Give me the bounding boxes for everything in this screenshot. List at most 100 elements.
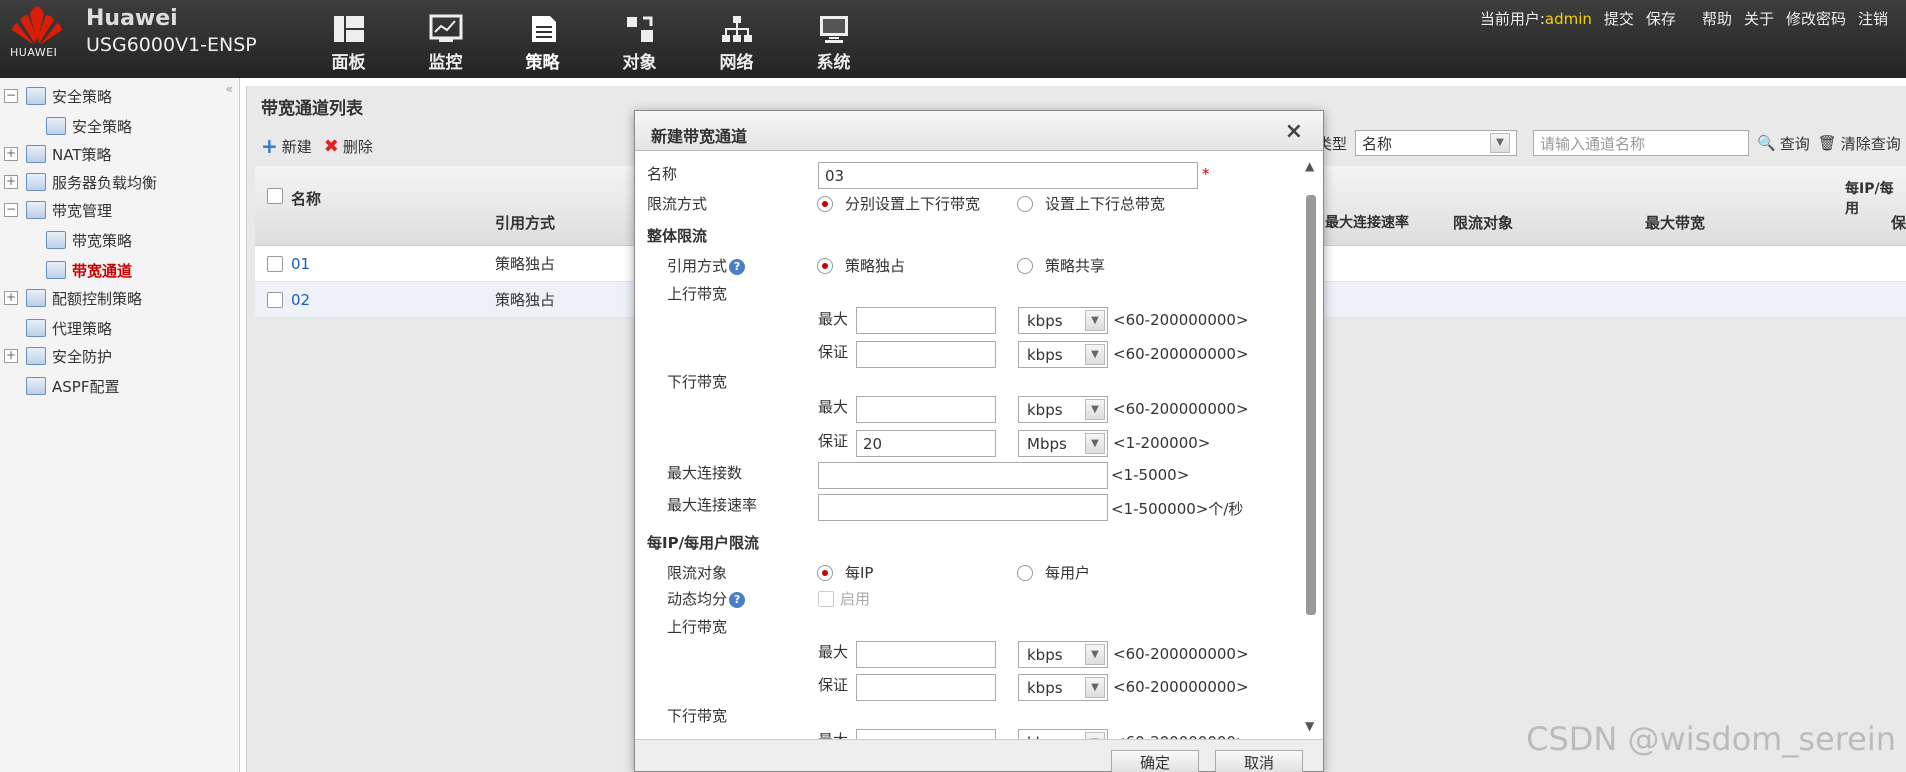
collapse-sidebar-icon[interactable]: « [226, 82, 233, 96]
row-name-link[interactable]: 02 [291, 291, 310, 309]
close-icon[interactable]: × [1285, 119, 1303, 144]
sidebar-item-quota-policy[interactable]: + 配额控制策略 [4, 286, 142, 310]
up-max-input[interactable] [856, 307, 996, 334]
save-link[interactable]: 保存 [1646, 8, 1676, 29]
filter-search-input[interactable]: 请输入通道名称 [1533, 130, 1750, 156]
sidebar-item-aspf[interactable]: ASPF配置 [26, 374, 119, 398]
expand-icon[interactable]: + [4, 291, 18, 305]
sidebar-item-slb[interactable]: + 服务器负载均衡 [4, 170, 157, 194]
sidebar-item-security-policy[interactable]: − 安全策略 [4, 84, 112, 108]
expand-icon[interactable]: + [4, 175, 18, 189]
max-label: 最大 [818, 398, 849, 416]
nav-object[interactable]: 对象 [591, 10, 688, 73]
enable-checkbox[interactable]: 启用 [818, 588, 870, 609]
col-max-conn-rate[interactable]: 最大连接速率 [1325, 212, 1409, 232]
max-label: 最大 [818, 310, 849, 328]
max-conn-rate-label: 最大连接速率 [667, 496, 758, 514]
row-checkbox[interactable] [267, 291, 283, 308]
sidebar-item-proxy-policy[interactable]: 代理策略 [26, 316, 112, 340]
about-link[interactable]: 关于 [1744, 8, 1774, 29]
cancel-button[interactable]: 取消 [1215, 750, 1303, 772]
delete-button[interactable]: ✖ 删除 [324, 134, 373, 158]
clear-query-button[interactable]: 🗑 清除查询 [1818, 133, 1901, 154]
sidebar-item-security-policy-sub[interactable]: 安全策略 [46, 114, 132, 138]
sidebar-item-bandwidth-channel[interactable]: 带宽通道 [46, 258, 132, 282]
row-checkbox[interactable] [267, 255, 283, 272]
down-max-range: <60-200000000> [1113, 400, 1249, 418]
dynamic-share-label: 动态均分? [667, 588, 746, 609]
max-conn-input[interactable] [818, 462, 1108, 489]
limit-mode-separate-radio[interactable]: 分别设置上下行带宽 [817, 193, 980, 214]
guarantee-label: 保证 [818, 432, 849, 450]
up-max-unit-select[interactable]: kbps ▼ [1018, 307, 1108, 334]
required-mark: * [1202, 165, 1210, 183]
collapse-icon[interactable]: − [4, 89, 18, 103]
logout-link[interactable]: 注销 [1858, 8, 1888, 29]
new-channel-dialog: 新建带宽通道 × 名称 03 * 限流方式 分别设置上下行带宽 设置上下行总带宽… [634, 110, 1324, 772]
filter-placeholder: 请输入通道名称 [1540, 134, 1646, 153]
expand-icon[interactable]: + [4, 349, 18, 363]
dashboard-icon [333, 16, 364, 42]
per-upstream-label: 上行带宽 [667, 618, 728, 636]
ref-mode-exclusive-radio[interactable]: 策略独占 [817, 255, 905, 276]
collapse-icon[interactable]: − [4, 203, 18, 217]
sidebar-item-label: 安全策略 [72, 117, 133, 136]
per-up-max-input[interactable] [856, 641, 996, 668]
submit-link[interactable]: 提交 [1604, 8, 1634, 29]
down-max-input[interactable] [856, 396, 996, 423]
col-ref-mode[interactable]: 引用方式 [495, 212, 555, 233]
ok-button[interactable]: 确定 [1111, 750, 1199, 772]
col-name[interactable]: 名称 [291, 188, 321, 209]
expand-icon[interactable]: + [4, 147, 18, 161]
down-guarantee-input[interactable]: 20 [856, 430, 996, 457]
sidebar-item-nat-policy[interactable]: + NAT策略 [4, 142, 111, 166]
col-guarantee[interactable]: 保 [1891, 212, 1906, 233]
nav-monitor[interactable]: 监控 [397, 10, 494, 73]
down-guarantee-unit-select[interactable]: Mbps ▼ [1018, 430, 1108, 457]
per-up-guarantee-input[interactable] [856, 674, 996, 701]
up-guarantee-input[interactable] [856, 341, 996, 368]
max-conn-rate-input[interactable] [818, 494, 1108, 521]
filter-type-select[interactable]: 名称 ▼ [1355, 130, 1518, 156]
col-max-bandwidth[interactable]: 最大带宽 [1645, 212, 1705, 233]
nav-system[interactable]: 系统 [785, 10, 882, 73]
limit-mode-total-radio[interactable]: 设置上下行总带宽 [1017, 193, 1165, 214]
dialog-scrollbar[interactable]: ▲ ▼ [1305, 155, 1317, 739]
help-icon[interactable]: ? [729, 258, 746, 275]
chevron-down-icon: ▼ [1490, 133, 1511, 153]
limit-object-per-ip-radio[interactable]: 每IP [817, 562, 873, 583]
per-up-max-unit-select[interactable]: kbps ▼ [1018, 641, 1108, 668]
top-bar: HUAWEI Huawei USG6000V1-ENSP 面板 监控 策略 对象… [0, 0, 1906, 78]
nav-policy[interactable]: 策略 [494, 10, 591, 73]
brand-name: Huawei [86, 6, 178, 31]
per-up-guarantee-unit-select[interactable]: kbps ▼ [1018, 674, 1108, 701]
up-guarantee-unit-select[interactable]: kbps ▼ [1018, 341, 1108, 368]
scroll-down-icon[interactable]: ▼ [1305, 719, 1314, 733]
delete-icon: ✖ [323, 135, 339, 157]
scroll-up-icon[interactable]: ▲ [1305, 159, 1314, 173]
ref-mode-shared-radio[interactable]: 策略共享 [1017, 255, 1105, 276]
sidebar-item-bandwidth[interactable]: − 带宽管理 [4, 198, 112, 222]
nav-dashboard[interactable]: 面板 [300, 10, 397, 73]
select-all-checkbox[interactable] [267, 188, 283, 204]
down-max-unit-select[interactable]: kbps ▼ [1018, 396, 1108, 423]
device-model: USG6000V1-ENSP [86, 34, 257, 56]
ref-mode-label: 引用方式? [667, 255, 746, 276]
help-icon[interactable]: ? [729, 591, 746, 608]
scroll-thumb[interactable] [1306, 195, 1316, 615]
sidebar-item-security-protection[interactable]: + 安全防护 [4, 344, 112, 368]
name-input[interactable]: 03 [818, 162, 1198, 189]
new-button[interactable]: + 新建 [261, 134, 312, 158]
col-limit-object[interactable]: 限流对象 [1453, 212, 1513, 233]
query-button[interactable]: 🔍 查询 [1757, 133, 1810, 154]
row-name-link[interactable]: 01 [291, 255, 310, 273]
filter-bar: 类型 名称 ▼ 请输入通道名称 🔍 查询 🗑 清除查询 [1317, 130, 1901, 156]
sidebar-item-bandwidth-policy[interactable]: 带宽策略 [46, 228, 132, 252]
help-link[interactable]: 帮助 [1702, 8, 1732, 29]
nav-network[interactable]: 网络 [688, 10, 785, 73]
radio-selected-icon [817, 195, 833, 212]
limit-object-per-user-radio[interactable]: 每用户 [1017, 562, 1090, 583]
sidebar: « − 安全策略 安全策略 + NAT策略 + 服务器负载均衡 − 带宽管理 带宽策略 … [0, 78, 240, 772]
change-password-link[interactable]: 修改密码 [1786, 8, 1846, 29]
max-conn-label: 最大连接数 [667, 464, 743, 482]
